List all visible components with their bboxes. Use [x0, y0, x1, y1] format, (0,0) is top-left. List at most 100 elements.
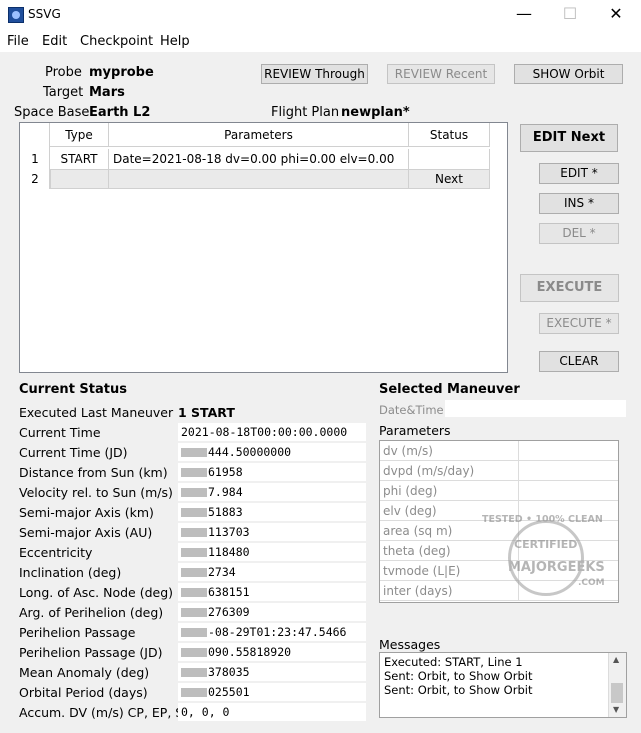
parameter-label: inter (days)	[383, 584, 453, 598]
status-label: Long. of Asc. Node (deg)	[19, 585, 174, 600]
parameter-divider	[518, 521, 519, 540]
status-value: 2021-08-18T00:00:00.0000	[181, 425, 348, 439]
datetime-field[interactable]	[445, 400, 626, 417]
messages-box[interactable]: Executed: START, Line 1 Sent: Orbit, to …	[379, 652, 627, 718]
status-value-field: 444.50000000	[178, 443, 366, 461]
row-number[interactable]: 2	[20, 169, 50, 189]
scroll-up-icon[interactable]: ▲	[613, 655, 619, 664]
scroll-down-icon[interactable]: ▼	[613, 705, 619, 714]
parameter-divider	[518, 541, 519, 560]
status-value-field: -08-29T01:23:47.5466	[178, 623, 366, 641]
app-icon	[8, 7, 24, 23]
parameter-row[interactable]: phi (deg)	[380, 481, 618, 501]
maximize-button[interactable]: ☐	[555, 4, 585, 24]
row-number[interactable]: 1	[20, 149, 50, 169]
executed-last-maneuver-value: 1 START	[178, 405, 235, 420]
status-value: 2734	[208, 565, 236, 579]
menu-edit[interactable]: Edit	[42, 34, 67, 49]
status-value: 51883	[208, 505, 243, 519]
status-value-field: 61958	[178, 463, 366, 481]
status-value-field: 276309	[178, 603, 366, 621]
table-cell-parameters[interactable]: Date=2021-08-18 dv=0.00 phi=0.00 elv=0.0…	[109, 149, 409, 169]
show-orbit-button[interactable]: SHOW Orbit	[514, 64, 623, 84]
status-value: 7.984	[208, 485, 243, 499]
column-header-type[interactable]: Type	[50, 123, 109, 147]
status-value-field: 118480	[178, 543, 366, 561]
message-line: Executed: START, Line 1	[384, 655, 523, 669]
status-value-field: 113703	[178, 523, 366, 541]
parameter-divider	[518, 501, 519, 520]
table-cell-status[interactable]	[409, 149, 490, 169]
executed-last-maneuver-label: Executed Last Maneuver	[19, 405, 174, 420]
minimize-button[interactable]: —	[509, 4, 539, 24]
parameter-divider	[518, 481, 519, 500]
review-through-button[interactable]: REVIEW Through	[261, 64, 368, 84]
redacted-mark	[181, 688, 207, 697]
insert-button[interactable]: INS *	[539, 193, 619, 214]
status-value-field: 638151	[178, 583, 366, 601]
status-value: 444.50000000	[208, 445, 292, 459]
column-header-status[interactable]: Status	[409, 123, 490, 147]
review-recent-button[interactable]: REVIEW Recent	[387, 64, 495, 84]
menu-help[interactable]: Help	[160, 34, 190, 49]
redacted-mark	[181, 488, 207, 497]
parameter-divider	[518, 561, 519, 580]
menu-checkpoint[interactable]: Checkpoint	[80, 34, 153, 49]
table-cell-type[interactable]	[50, 169, 109, 189]
status-label: Eccentricity	[19, 545, 93, 560]
status-label: Distance from Sun (km)	[19, 465, 168, 480]
redacted-mark	[181, 668, 207, 677]
edit-next-button[interactable]: EDIT Next	[520, 124, 618, 152]
flight-plan-table[interactable]: Type Parameters Status 1 START Date=2021…	[19, 122, 508, 373]
table-cell-status[interactable]: Next	[409, 169, 490, 189]
redacted-mark	[181, 528, 207, 537]
menu-file[interactable]: File	[7, 34, 29, 49]
parameter-row[interactable]: elv (deg)	[380, 501, 618, 521]
redacted-mark	[181, 548, 207, 557]
status-label: Current Time	[19, 425, 101, 440]
execute-button[interactable]: EXECUTE	[520, 274, 619, 302]
column-header-parameters[interactable]: Parameters	[109, 123, 409, 147]
probe-label: Probe	[45, 65, 82, 80]
parameter-row[interactable]: area (sq m)	[380, 521, 618, 541]
parameter-divider	[518, 441, 519, 460]
target-value: Mars	[89, 85, 125, 100]
status-value: -08-29T01:23:47.5466	[208, 625, 347, 639]
title-bar	[0, 0, 641, 30]
space-base-value: Earth L2	[89, 105, 151, 120]
table-cell-parameters[interactable]	[109, 169, 409, 189]
window-title: SSVG	[28, 7, 61, 21]
delete-button[interactable]: DEL *	[539, 223, 619, 244]
selected-maneuver-title: Selected Maneuver	[379, 382, 520, 397]
status-value: 118480	[208, 545, 250, 559]
parameter-row[interactable]: dvpd (m/s/day)	[380, 461, 618, 481]
table-cell-type[interactable]: START	[50, 149, 109, 169]
redacted-mark	[181, 588, 207, 597]
status-value: 113703	[208, 525, 250, 539]
parameters-title: Parameters	[379, 423, 451, 438]
flight-plan-value: newplan*	[341, 105, 410, 120]
datetime-label: Date&Time	[379, 403, 444, 417]
status-value: 025501	[208, 685, 250, 699]
status-label: Current Time (JD)	[19, 445, 128, 460]
parameter-label: theta (deg)	[383, 544, 451, 558]
edit-button[interactable]: EDIT *	[539, 163, 619, 184]
parameter-row[interactable]: dv (m/s)	[380, 441, 618, 461]
parameter-row[interactable]: inter (days)	[380, 581, 618, 601]
parameter-row[interactable]: theta (deg)	[380, 541, 618, 561]
parameter-row[interactable]: tvmode (L|E)	[380, 561, 618, 581]
close-button[interactable]: ✕	[601, 4, 631, 24]
redacted-mark	[181, 448, 207, 457]
clear-button[interactable]: CLEAR	[539, 351, 619, 372]
redacted-mark	[181, 628, 207, 637]
status-value: 378035	[208, 665, 250, 679]
messages-title: Messages	[379, 637, 441, 652]
redacted-mark	[181, 608, 207, 617]
messages-scrollbar[interactable]: ▲ ▼	[608, 653, 626, 717]
scroll-thumb[interactable]	[611, 683, 623, 703]
probe-value: myprobe	[89, 65, 154, 80]
parameters-table[interactable]: dv (m/s) dvpd (m/s/day) phi (deg) elv (deg)…	[379, 440, 619, 603]
execute-star-button[interactable]: EXECUTE *	[539, 313, 619, 334]
redacted-mark	[181, 648, 207, 657]
parameter-label: dv (m/s)	[383, 444, 433, 458]
